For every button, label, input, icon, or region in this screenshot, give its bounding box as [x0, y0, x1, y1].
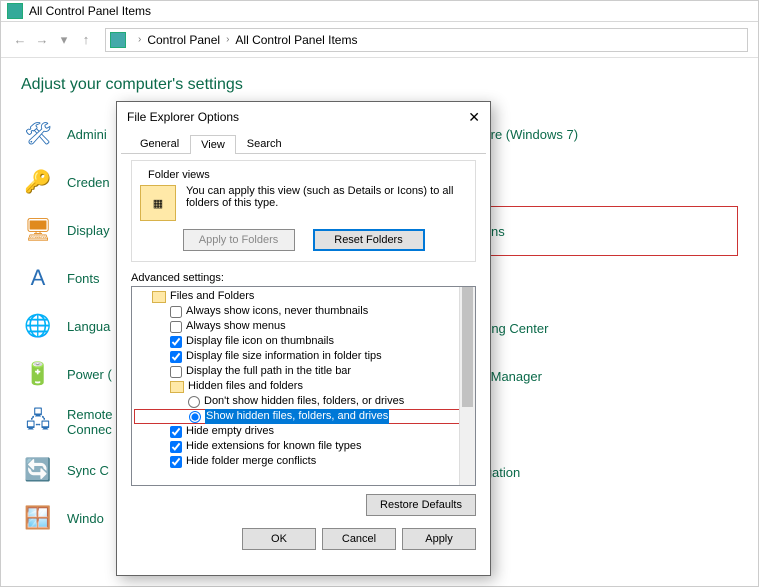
checkbox[interactable] [170, 351, 182, 363]
checkbox[interactable] [170, 321, 182, 333]
tree-opt-dont-show-hidden[interactable]: Don't show hidden files, folders, or dri… [134, 394, 473, 409]
radio[interactable] [188, 396, 200, 408]
tree-opt-filesize[interactable]: Display file size information in folder … [134, 349, 473, 364]
apply-to-folders-button[interactable]: Apply to Folders [183, 229, 295, 251]
reset-folders-button[interactable]: Reset Folders [313, 229, 425, 251]
tree-opt-hide-merge[interactable]: Hide folder merge conflicts [134, 454, 473, 469]
dialog-title: File Explorer Options [127, 110, 239, 124]
dialog-titlebar: File Explorer Options ✕ [117, 102, 490, 132]
folder-icon [152, 291, 166, 303]
window-titlebar: All Control Panel Items [1, 1, 758, 22]
tree-opt-show-hidden[interactable]: Show hidden files, folders, and drives [134, 409, 473, 424]
tree-opt-fullpath[interactable]: Display the full path in the title bar [134, 364, 473, 379]
window-title: All Control Panel Items [29, 4, 151, 18]
history-dropdown[interactable]: ▾ [55, 31, 73, 49]
nav-toolbar: ← → ▾ ↑ › Control Panel › All Control Pa… [1, 22, 758, 58]
tree-opt-fileicon[interactable]: Display file icon on thumbnails [134, 334, 473, 349]
tree-opt-hide-ext[interactable]: Hide extensions for known file types [134, 439, 473, 454]
item-label: Langua [67, 319, 110, 334]
item-icon: 🔄 [21, 453, 55, 487]
chevron-right-icon: › [138, 34, 141, 45]
tree-opt-hide-empty[interactable]: Hide empty drives [134, 424, 473, 439]
tree-opt-icons[interactable]: Always show icons, never thumbnails [134, 304, 473, 319]
item-icon: 🛠 [21, 117, 55, 151]
checkbox[interactable] [170, 306, 182, 318]
breadcrumb-control-panel[interactable]: Control Panel [147, 33, 220, 47]
item-label: Sync C [67, 463, 109, 478]
advanced-settings-label: Advanced settings: [131, 272, 476, 284]
folder-icon [170, 381, 184, 393]
folder-views-group: Folder views ▦ You can apply this view (… [131, 160, 476, 262]
forward-button[interactable]: → [33, 31, 51, 49]
item-label: Admini [67, 127, 107, 142]
up-button[interactable]: ↑ [77, 31, 95, 49]
folder-views-icon: ▦ [140, 185, 176, 221]
checkbox[interactable] [170, 426, 182, 438]
tree-opt-menus[interactable]: Always show menus [134, 319, 473, 334]
item-label: Creden [67, 175, 110, 190]
item-icon: 🔑 [21, 165, 55, 199]
folder-views-label: Folder views [144, 169, 214, 181]
checkbox[interactable] [170, 366, 182, 378]
checkbox[interactable] [170, 336, 182, 348]
item-label: Remote Connec [67, 407, 113, 437]
checkbox[interactable] [170, 456, 182, 468]
apply-button[interactable]: Apply [402, 528, 476, 550]
item-icon: 🖥 [21, 213, 55, 247]
scrollbar[interactable] [459, 287, 475, 485]
address-bar[interactable]: › Control Panel › All Control Panel Item… [105, 28, 748, 52]
tab-search[interactable]: Search [236, 134, 293, 153]
file-explorer-options-dialog: File Explorer Options ✕ General View Sea… [116, 101, 491, 576]
close-button[interactable]: ✕ [468, 109, 480, 126]
item-label: Power ( [67, 367, 112, 382]
folder-views-text: You can apply this view (such as Details… [186, 185, 467, 209]
item-icon: 🌐 [21, 309, 55, 343]
control-panel-icon [7, 3, 23, 19]
radio[interactable] [189, 411, 201, 423]
item-icon: 🔋 [21, 357, 55, 391]
item-icon: A [21, 261, 55, 295]
control-panel-icon [110, 32, 126, 48]
cancel-button[interactable]: Cancel [322, 528, 396, 550]
page-heading: Adjust your computer's settings [21, 76, 758, 94]
item-label: Fonts [67, 271, 100, 286]
tree-folder-files[interactable]: Files and Folders [134, 289, 473, 304]
back-button[interactable]: ← [11, 31, 29, 49]
tab-view[interactable]: View [190, 135, 236, 154]
tab-general[interactable]: General [129, 134, 190, 153]
breadcrumb-all-items[interactable]: All Control Panel Items [235, 33, 357, 47]
advanced-settings-tree[interactable]: Files and Folders Always show icons, nev… [131, 286, 476, 486]
item-icon: 🖧 [21, 405, 55, 439]
checkbox[interactable] [170, 441, 182, 453]
ok-button[interactable]: OK [242, 528, 316, 550]
tree-folder-hidden[interactable]: Hidden files and folders [134, 379, 473, 394]
chevron-right-icon: › [226, 34, 229, 45]
item-icon: 🪟 [21, 501, 55, 535]
restore-defaults-button[interactable]: Restore Defaults [366, 494, 476, 516]
dialog-tabs: General View Search [121, 134, 486, 154]
item-label: Display [67, 223, 110, 238]
scrollbar-thumb[interactable] [462, 287, 473, 407]
item-label: Windo [67, 511, 104, 526]
